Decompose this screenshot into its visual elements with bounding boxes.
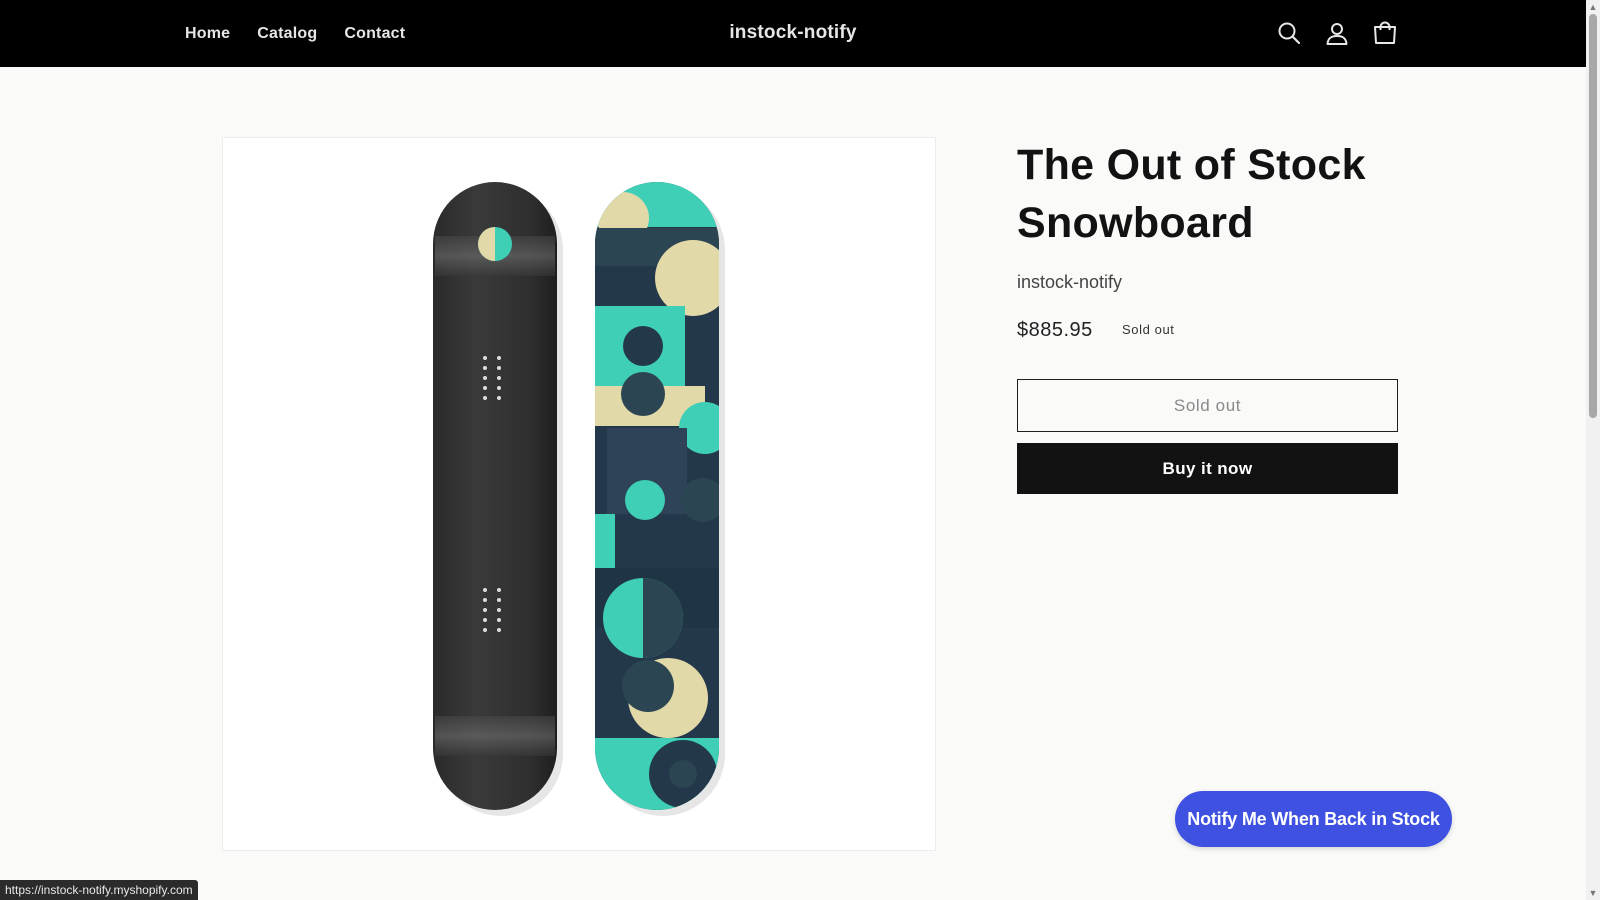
site-header: Home Catalog Contact instock-notify xyxy=(0,0,1586,67)
buy-now-button[interactable]: Buy it now xyxy=(1017,443,1398,494)
status-bar-url: https://instock-notify.myshopify.com xyxy=(0,880,198,900)
product-vendor: instock-notify xyxy=(1017,272,1123,292)
cart-icon[interactable] xyxy=(1371,18,1399,48)
product-image[interactable] xyxy=(222,137,936,851)
scroll-down-icon[interactable]: ▼ xyxy=(1588,888,1598,898)
account-icon[interactable] xyxy=(1323,18,1351,48)
scroll-up-icon[interactable]: ▲ xyxy=(1588,2,1598,12)
search-icon[interactable] xyxy=(1275,18,1303,48)
product-price: $885.95 xyxy=(1017,319,1093,341)
sold-out-badge: Sold out xyxy=(1122,322,1175,337)
product-title: The Out of Stock Snowboard xyxy=(1017,141,1366,247)
snowboard-base-graphic xyxy=(433,182,563,816)
header-icons xyxy=(1275,18,1399,48)
sold-out-button[interactable]: Sold out xyxy=(1017,379,1398,432)
snowboard-top-graphic xyxy=(595,182,725,816)
page-scrollbar[interactable]: ▲ ▼ xyxy=(1586,0,1600,900)
notify-back-in-stock-button[interactable]: Notify Me When Back in Stock xyxy=(1175,791,1452,847)
scrollbar-thumb[interactable] xyxy=(1589,14,1597,418)
